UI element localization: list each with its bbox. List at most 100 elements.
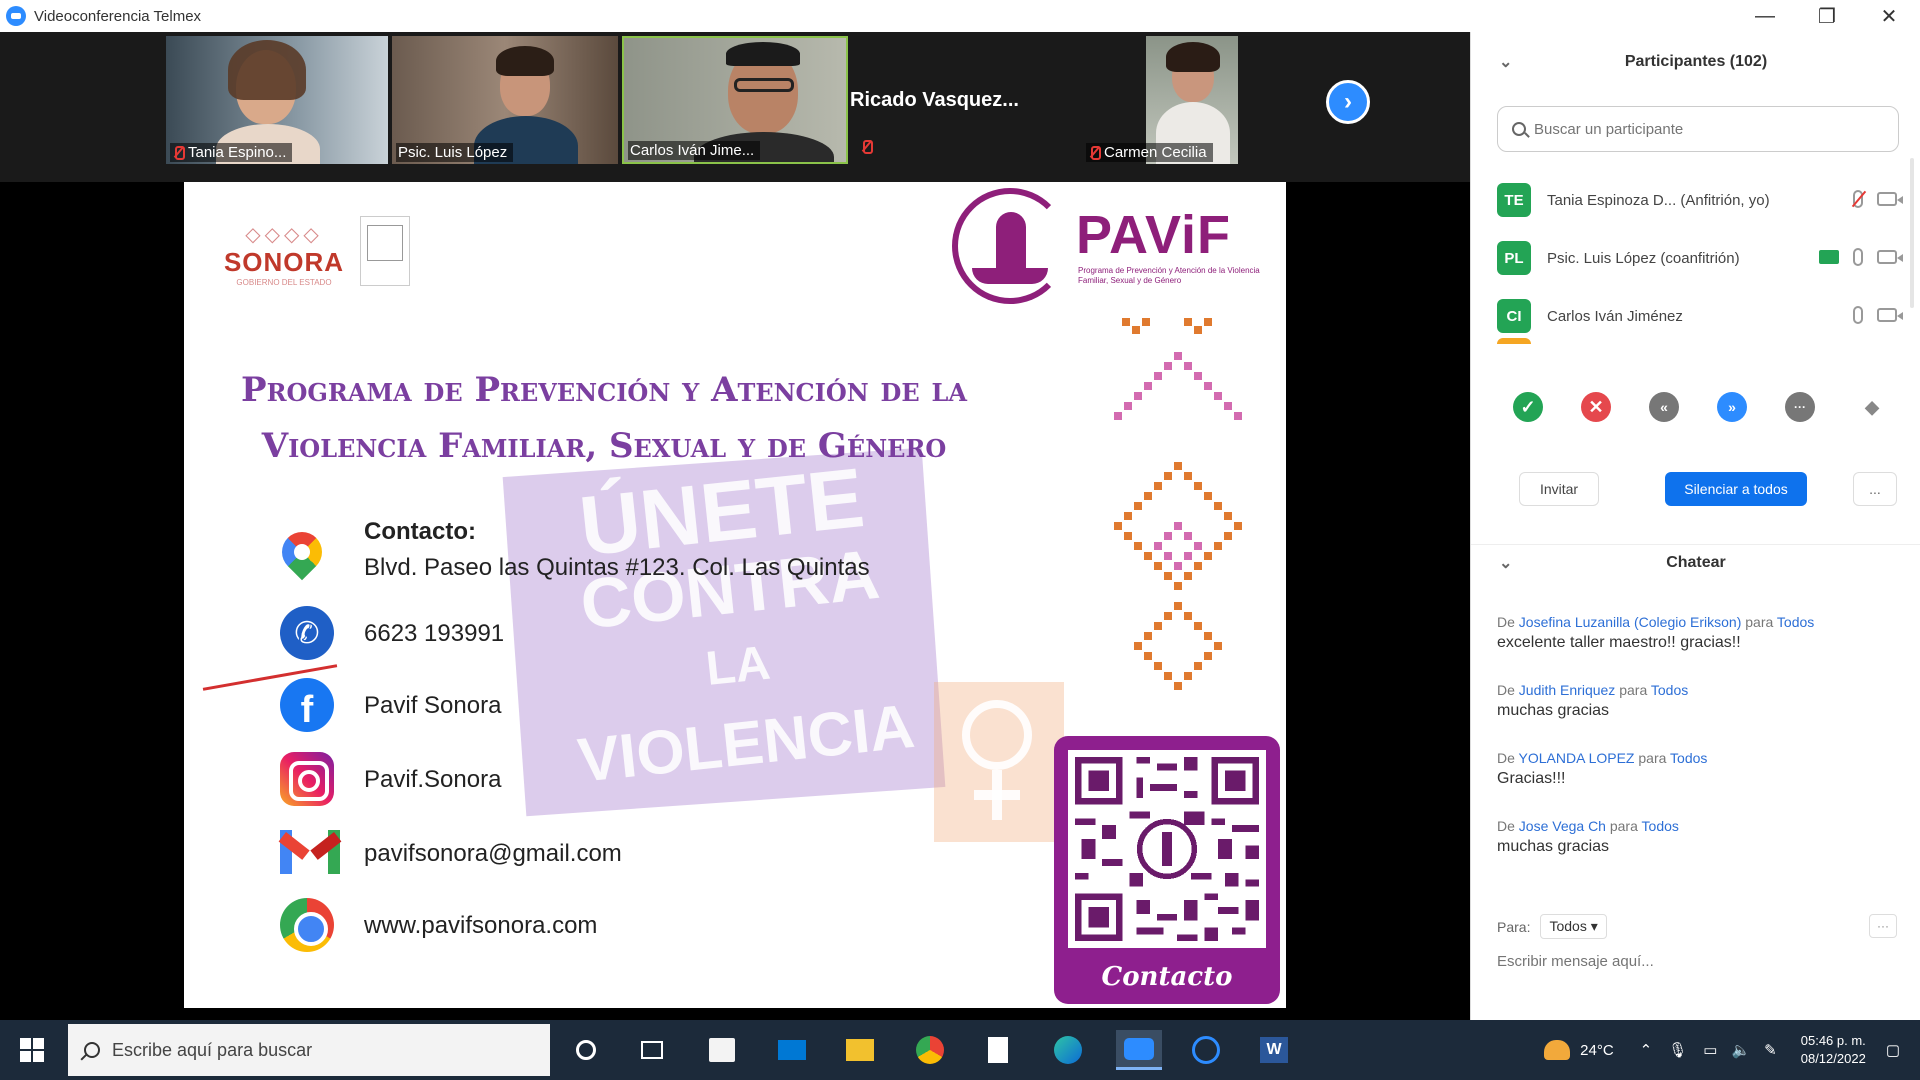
chat-message-input[interactable] [1497,953,1897,970]
clear-reaction-icon[interactable]: ◆ [1857,392,1887,422]
slower-reaction-icon[interactable]: « [1649,392,1679,422]
participant-name: Tania Espinoza D... (Anfitrión, yo) [1547,191,1770,209]
taskbar-search-box[interactable]: Escribe aquí para buscar [68,1024,550,1076]
network-icon[interactable]: ▭ [1703,1041,1717,1059]
camera-icon[interactable] [1877,308,1903,322]
participant-name: Psic. Luis López (coanfitrión) [1547,249,1740,267]
chevron-down-icon[interactable]: ⌄ [1499,52,1512,72]
zoom-taskbar-icon[interactable] [1116,1030,1162,1070]
mail-icon[interactable] [772,1030,812,1070]
muted-mic-icon[interactable] [1853,190,1863,208]
side-panel: ⌄ Participantes (102) TE Tania Espinoza … [1470,32,1920,1020]
edge-icon[interactable] [1048,1030,1088,1070]
search-icon [1512,122,1526,136]
cortana-icon[interactable] [566,1030,606,1070]
pavif-logo: PAViF Programa de Prevención y Atención … [952,188,1282,308]
muted-mic-icon [172,145,185,160]
volume-icon[interactable]: 🔈 [1731,1041,1750,1059]
restore-button[interactable]: ❐ [1796,0,1858,32]
instagram-icon [280,752,334,806]
qr-label: Contacto [1101,962,1233,992]
chat-message-text: excelente taller maestro!! gracias!! [1497,634,1741,651]
participant-row[interactable]: CI Carlos Iván Jiménez [1497,296,1903,336]
participant-row[interactable]: PL Psic. Luis López (coanfitrión) [1497,238,1903,278]
family-hands-icon [952,188,1068,304]
mic-icon[interactable] [1853,306,1863,324]
mic-icon[interactable] [1853,248,1863,266]
video-tile-tania[interactable]: Tania Espino... [166,36,388,164]
reaction-buttons: ✓ ✕ « » ··· ◆ [1497,392,1917,432]
more-reactions-icon[interactable]: ··· [1785,392,1815,422]
more-options-button[interactable]: ... [1853,472,1897,506]
government-seal-icon [360,216,410,286]
windows-taskbar: Escribe aquí para buscar W 24°C ⌃ 🎙 ▭ 🔈 … [0,1020,1920,1080]
participant-name-label: Ricado Vasquez... [850,88,1019,111]
notifications-icon[interactable]: ▢ [1886,1041,1900,1059]
contact-address: Blvd. Paseo las Quintas #123. Col. Las Q… [280,532,870,588]
chrome-icon[interactable] [910,1030,950,1070]
sonora-logo: ◇◇◇◇ SONORA GOBIERNO DEL ESTADO [223,224,345,287]
participants-header: ⌄ Participantes (102) [1471,42,1920,82]
store-icon[interactable] [702,1030,742,1070]
minimize-button[interactable]: — [1734,0,1796,32]
temperature[interactable]: 24°C [1580,1042,1614,1059]
contact-email: pavifsonora@gmail.com [278,830,622,874]
screen-share-icon [1819,250,1839,264]
video-tile-carlos[interactable]: Carlos Iván Jime... [622,36,848,164]
participant-row[interactable]: TE Tania Espinoza D... (Anfitrión, yo) [1497,180,1903,220]
participant-search-box[interactable] [1497,106,1899,152]
chat-message-text: muchas gracias [1497,838,1610,855]
camera-icon[interactable] [1877,250,1903,264]
chevron-up-icon[interactable]: ⌃ [1640,1041,1653,1059]
muted-mic-icon [1088,145,1101,160]
microphone-icon[interactable]: 🎙 [1668,1041,1687,1059]
pen-icon[interactable]: ✎ [1764,1041,1777,1059]
clock[interactable]: 05:46 p. m. 08/12/2022 [1801,1032,1866,1068]
zoom-app-icon [6,6,26,26]
close-button[interactable]: ✕ [1858,0,1920,32]
weather-icon[interactable] [1544,1040,1571,1060]
video-tile-ricado[interactable]: Ricado Vasquez... [850,36,1060,164]
file-explorer-icon[interactable] [840,1030,880,1070]
participant-name: Carlos Iván Jiménez [1547,307,1683,325]
participant-status-icons [1853,306,1903,324]
chat-message-meta: De YOLANDA LOPEZ para Todos [1497,750,1708,766]
document-icon[interactable] [978,1030,1018,1070]
chat-message-meta: De Josefina Luzanilla (Colegio Erikson) … [1497,614,1815,630]
chat-recipient-dropdown[interactable]: Todos ▾ [1540,914,1607,939]
facebook-icon: f [280,678,334,732]
chrome-icon [280,898,334,952]
watermark-text: ÚNETE CONTRA LA VIOLENCIA [574,450,918,796]
slide-title: Programa de Prevención y Atención de la … [241,370,967,466]
video-tile-luis[interactable]: Psic. Luis López [392,36,618,164]
telmex-app-icon[interactable] [1186,1030,1226,1070]
presentation-slide: ◇◇◇◇ SONORA GOBIERNO DEL ESTADO PAViF Pr… [184,182,1286,1008]
video-tile-carmen[interactable]: Carmen Cecilia [1082,36,1238,164]
chat-more-button[interactable]: ··· [1869,914,1897,938]
chat-header: ⌄ Chatear [1471,544,1920,580]
participants-scrollbar[interactable] [1910,158,1914,308]
next-page-button[interactable]: › [1326,80,1370,124]
participant-search-input[interactable] [1534,120,1874,138]
no-reaction-icon[interactable]: ✕ [1581,392,1611,422]
yes-reaction-icon[interactable]: ✓ [1513,392,1543,422]
contact-website: www.pavifsonora.com [280,898,597,952]
mute-all-button[interactable]: Silenciar a todos [1665,472,1807,506]
invite-button[interactable]: Invitar [1519,472,1599,506]
camera-icon[interactable] [1877,192,1903,206]
avatar: CI [1497,299,1531,333]
chat-message: De YOLANDA LOPEZ para Todos Gracias!!! [1497,750,1897,788]
search-icon [84,1042,100,1058]
gmail-icon [278,830,342,874]
shared-screen-area: ◇◇◇◇ SONORA GOBIERNO DEL ESTADO PAViF Pr… [0,182,1470,1020]
window-controls: — ❐ ✕ [1734,0,1920,32]
word-icon[interactable]: W [1254,1030,1294,1070]
windows-start-icon[interactable] [20,1038,44,1062]
diamond-pattern-art [1114,318,1242,690]
chevron-down-icon[interactable]: ⌄ [1499,553,1512,573]
chat-message-meta: De Judith Enriquez para Todos [1497,682,1689,698]
avatar: PL [1497,241,1531,275]
chat-to-label: Para: [1497,918,1531,935]
faster-reaction-icon[interactable]: » [1717,392,1747,422]
task-view-icon[interactable] [632,1030,672,1070]
